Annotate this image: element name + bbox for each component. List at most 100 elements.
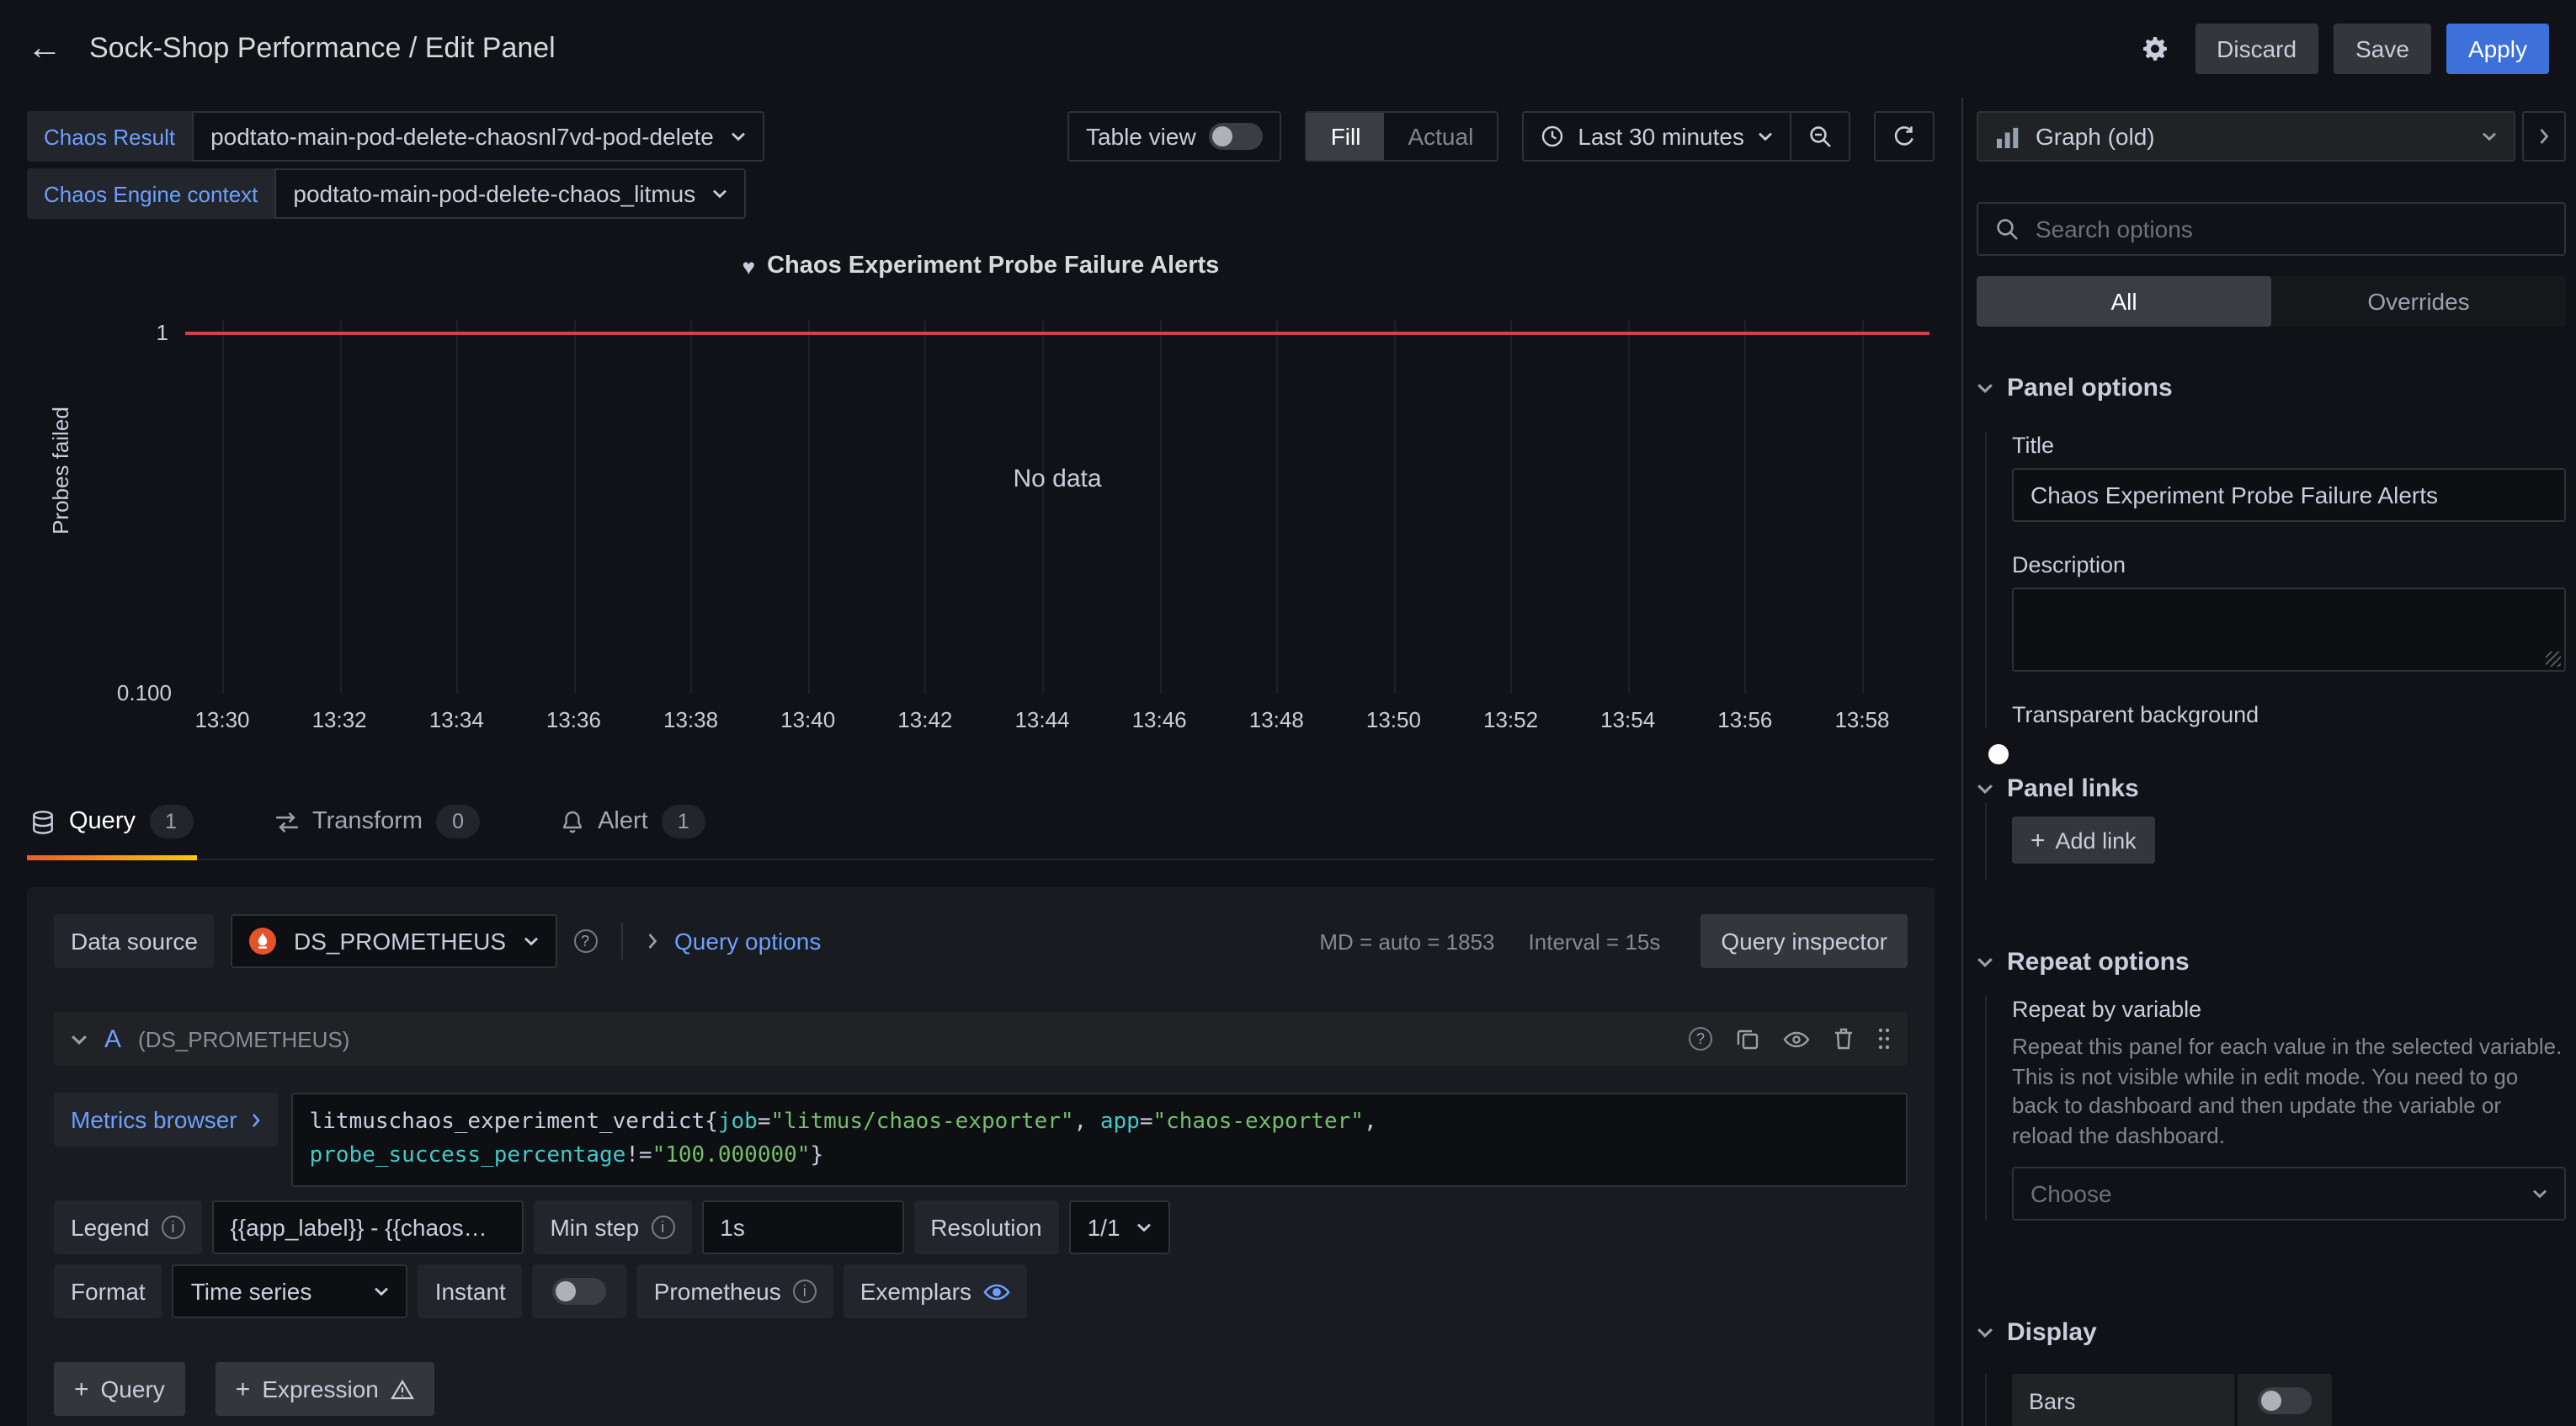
info-icon: i	[651, 1216, 674, 1239]
add-link-button[interactable]: +Add link	[2012, 817, 2155, 864]
y-tick-label: 0.100	[117, 680, 172, 705]
x-tick-label: 13:48	[1249, 707, 1304, 732]
chevron-down-icon	[375, 1286, 390, 1296]
bars-option-row: Bars	[2012, 1374, 2566, 1426]
exemplars-toggle[interactable]: Exemplars	[844, 1264, 1027, 1318]
repeat-options-body: Repeat by variable Repeat this panel for…	[1985, 997, 2566, 1221]
visualization-picker[interactable]: Graph (old)	[1977, 111, 2515, 162]
table-view-toggle[interactable]: Table view	[1067, 111, 1282, 162]
gridline	[925, 320, 927, 694]
options-sidebar: Graph (old) All Overrides	[1961, 98, 2576, 1426]
discard-button[interactable]: Discard	[2195, 24, 2318, 74]
tab-count-badge: 0	[436, 805, 480, 838]
apply-button[interactable]: Apply	[2446, 24, 2549, 74]
drag-handle-icon[interactable]	[1877, 1027, 1891, 1051]
x-tick-label: 13:42	[897, 707, 952, 732]
x-tick-label: 13:40	[780, 707, 835, 732]
fill-option[interactable]: Fill	[1307, 113, 1385, 160]
threshold-line	[185, 332, 1929, 335]
refresh-button[interactable]	[1874, 111, 1935, 162]
section-display[interactable]: Display	[1977, 1318, 2566, 1347]
x-tick-label: 13:58	[1834, 707, 1889, 732]
exemplars-eye-icon	[983, 1282, 1010, 1301]
chart: Probes failed No data 1 0.100 13:3013:32…	[27, 296, 1935, 737]
min-step-input[interactable]	[701, 1200, 903, 1254]
query-type-label: Prometheusi	[637, 1264, 833, 1318]
tab-query[interactable]: Query 1	[27, 805, 196, 859]
chevron-down-icon	[1977, 1327, 1993, 1338]
max-datapoints-info: MD = auto = 1853	[1319, 928, 1494, 954]
panel-title-input[interactable]	[2012, 468, 2566, 522]
panel-options-body: Title Description Transparent background	[1985, 433, 2566, 727]
bar-chart-icon	[1995, 125, 2020, 147]
instant-switch[interactable]	[553, 1278, 607, 1305]
x-tick-label: 13:52	[1483, 707, 1538, 732]
variable-chaos-result: Chaos Result podtato-main-pod-delete-cha…	[27, 111, 764, 162]
query-options-toggle[interactable]: Query options	[674, 928, 821, 955]
gridline	[691, 320, 693, 694]
search-input[interactable]	[2032, 214, 2547, 244]
variable-label: Chaos Engine context	[27, 168, 274, 219]
x-tick-label: 13:46	[1132, 707, 1187, 732]
gridline	[456, 320, 458, 694]
variable-value-dropdown[interactable]: podtato-main-pod-delete-chaos_litmus	[274, 168, 746, 219]
tab-overrides[interactable]: Overrides	[2271, 276, 2566, 327]
query-row-header[interactable]: A (DS_PROMETHEUS) ?	[54, 1012, 1908, 1066]
bell-icon	[561, 810, 584, 833]
format-select[interactable]: Time series	[173, 1264, 408, 1318]
transparent-bg-label: Transparent background	[2012, 702, 2566, 727]
query-help-icon[interactable]: ?	[1689, 1027, 1712, 1051]
disable-query-eye-icon[interactable]	[1783, 1030, 1810, 1048]
back-arrow-icon[interactable]: ←	[27, 29, 62, 69]
time-range-picker[interactable]: Last 30 minutes	[1522, 111, 1791, 162]
chevron-right-icon	[2539, 128, 2549, 145]
panel-description-textarea[interactable]	[2012, 588, 2566, 672]
repeat-description: Repeat this panel for each value in the …	[2012, 1032, 2566, 1150]
tab-transform[interactable]: Transform 0	[270, 805, 483, 859]
tab-all[interactable]: All	[1977, 276, 2271, 327]
gridline	[1511, 320, 1513, 694]
chevron-down-icon	[712, 189, 727, 199]
tab-alert[interactable]: Alert 1	[557, 805, 709, 859]
x-tick-label: 13:32	[312, 707, 367, 732]
duplicate-query-icon[interactable]	[1736, 1027, 1759, 1051]
section-repeat-options[interactable]: Repeat options	[1977, 948, 2566, 976]
legend-input[interactable]	[211, 1200, 523, 1254]
actual-option[interactable]: Actual	[1384, 113, 1497, 160]
add-expression-button[interactable]: +Expression	[216, 1362, 434, 1416]
table-view-switch[interactable]	[1210, 123, 1264, 150]
tab-count-badge: 1	[149, 805, 193, 838]
x-tick-label: 13:54	[1600, 707, 1655, 732]
gridline	[1042, 320, 1044, 694]
section-panel-links[interactable]: Panel links	[1977, 774, 2566, 803]
delete-query-trash-icon[interactable]	[1834, 1027, 1854, 1051]
settings-button[interactable]	[2129, 24, 2179, 74]
x-tick-label: 13:56	[1717, 707, 1772, 732]
resize-handle[interactable]	[2546, 652, 2561, 667]
x-tick-label: 13:36	[546, 707, 601, 732]
gridlines	[222, 320, 1862, 694]
gridline	[1159, 320, 1161, 694]
metrics-browser-button[interactable]: Metrics browser	[54, 1093, 278, 1147]
save-button[interactable]: Save	[2334, 24, 2431, 74]
repeat-variable-select[interactable]: Choose	[2012, 1167, 2566, 1221]
add-query-button[interactable]: +Query	[54, 1362, 185, 1416]
datasource-help-icon[interactable]: ?	[573, 929, 597, 953]
section-panel-options[interactable]: Panel options	[1977, 374, 2566, 402]
bars-switch[interactable]	[2258, 1387, 2312, 1414]
zoom-out-button[interactable]	[1791, 111, 1850, 162]
title-field-label: Title	[2012, 433, 2566, 458]
query-expression[interactable]: litmuschaos_experiment_verdict{job="litm…	[291, 1093, 1908, 1187]
datasource-picker[interactable]: DS_PROMETHEUS	[232, 914, 556, 968]
plot-area: No data 1 0.100 13:3013:3213:3413:3613:3…	[185, 320, 1929, 694]
panel-toolbar: Table view Fill Actual Last 30 minutes	[1067, 111, 1935, 162]
fill-actual-segmented: Fill Actual	[1306, 111, 1499, 162]
resolution-select[interactable]: 1/1	[1069, 1200, 1171, 1254]
variable-value-dropdown[interactable]: podtato-main-pod-delete-chaosnl7vd-pod-d…	[192, 111, 764, 162]
zoom-out-icon	[1808, 125, 1832, 148]
collapse-sidebar-button[interactable]	[2522, 111, 2566, 162]
gear-icon	[2141, 35, 2168, 62]
gridline	[1862, 320, 1864, 694]
instant-toggle-box	[533, 1264, 627, 1318]
query-inspector-button[interactable]: Query inspector	[1700, 914, 1908, 968]
